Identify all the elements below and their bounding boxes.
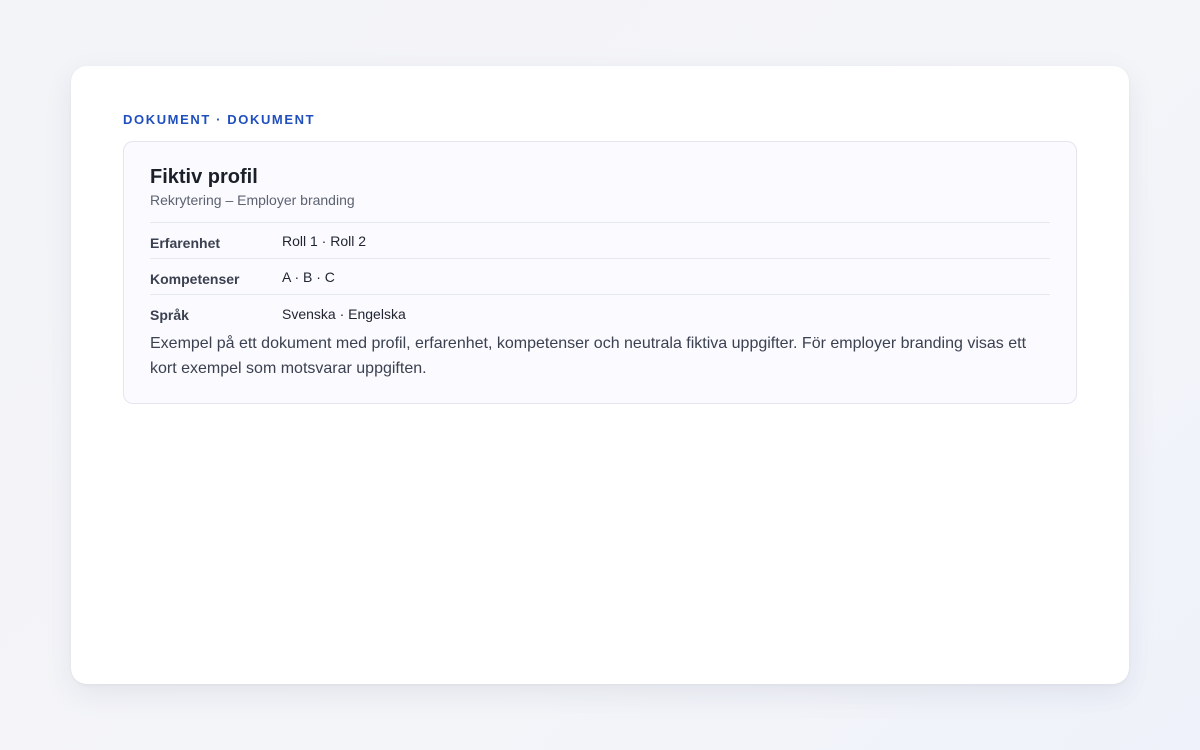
- profile-panel: Fiktiv profil Rekrytering – Employer bra…: [123, 141, 1077, 404]
- row-value: Svenska · Engelska: [282, 305, 406, 322]
- document-card: DOKUMENT · DOKUMENT Fiktiv profil Rekryt…: [71, 66, 1129, 684]
- profile-row-skills: Kompetenser A · B · C: [150, 259, 1050, 295]
- profile-row-languages: Språk Svenska · Engelska: [150, 295, 1050, 331]
- row-label: Kompetenser: [150, 270, 240, 287]
- profile-subtitle: Rekrytering – Employer branding: [150, 191, 1050, 223]
- row-value: Roll 1 · Roll 2: [282, 233, 367, 249]
- row-value: A · B · C: [282, 269, 335, 285]
- row-label: Erfarenhet: [150, 234, 221, 251]
- row-label: Språk: [150, 307, 189, 323]
- profile-description: Exempel på ett dokument med profil, erfa…: [150, 335, 1027, 377]
- profile-title: Fiktiv profil: [150, 166, 258, 188]
- eyebrow-label: DOKUMENT · DOKUMENT: [123, 112, 316, 127]
- profile-row-experience: Erfarenhet Roll 1 · Roll 2: [150, 223, 1050, 259]
